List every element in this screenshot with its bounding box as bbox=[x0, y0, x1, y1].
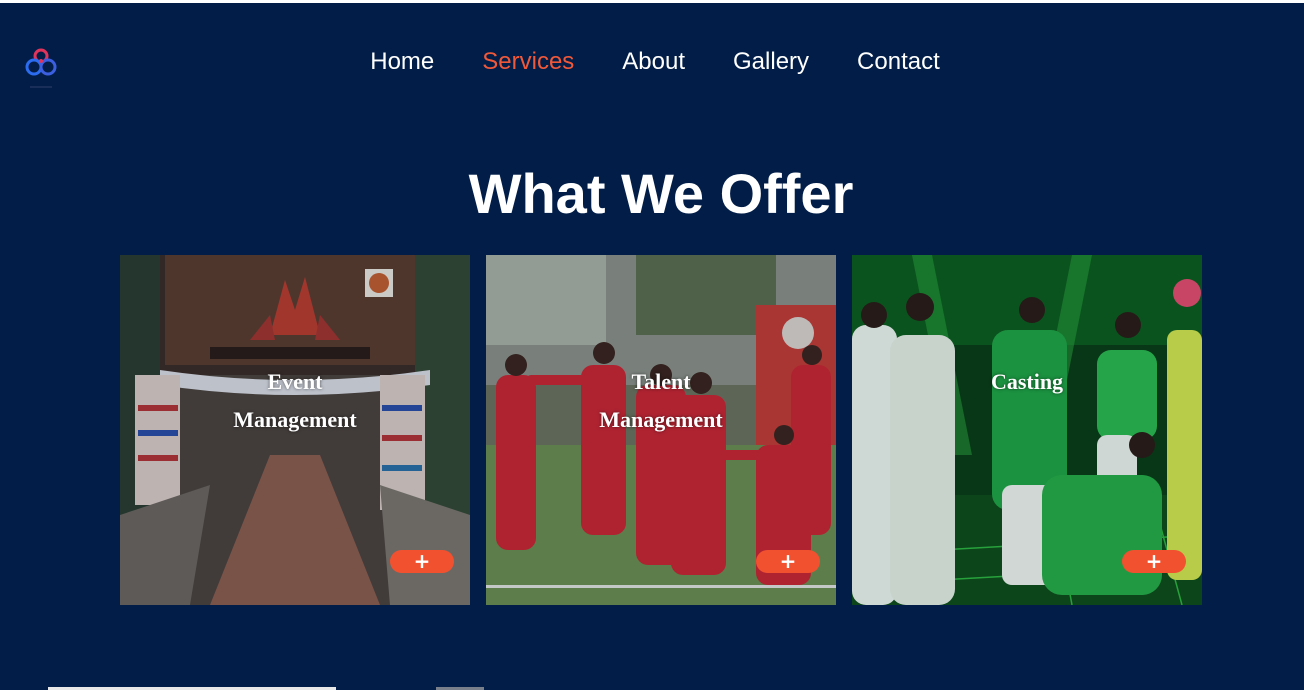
card-casting[interactable]: Casting + bbox=[852, 255, 1202, 605]
card-talent-management[interactable]: Talent Management + bbox=[486, 255, 836, 605]
services-section: Home Services About Gallery Contact What… bbox=[0, 3, 1304, 690]
card-expand-button[interactable]: + bbox=[1122, 550, 1186, 573]
nav-services[interactable]: Services bbox=[482, 48, 574, 76]
main-nav: Home Services About Gallery Contact bbox=[0, 48, 1304, 76]
nav-about[interactable]: About bbox=[622, 48, 685, 76]
card-title: Casting bbox=[990, 369, 1064, 394]
card-title: Event Management bbox=[233, 369, 357, 432]
card-expand-button[interactable]: + bbox=[390, 550, 454, 573]
nav-contact[interactable]: Contact bbox=[857, 48, 940, 76]
nav-home[interactable]: Home bbox=[370, 48, 434, 76]
card-title: Talent Management bbox=[599, 369, 723, 432]
service-cards: Event Management + Talent Management + C… bbox=[120, 255, 1202, 605]
nav-gallery[interactable]: Gallery bbox=[733, 48, 809, 76]
card-expand-button[interactable]: + bbox=[756, 550, 820, 573]
card-event-management[interactable]: Event Management + bbox=[120, 255, 470, 605]
section-heading: What We Offer bbox=[468, 162, 854, 225]
